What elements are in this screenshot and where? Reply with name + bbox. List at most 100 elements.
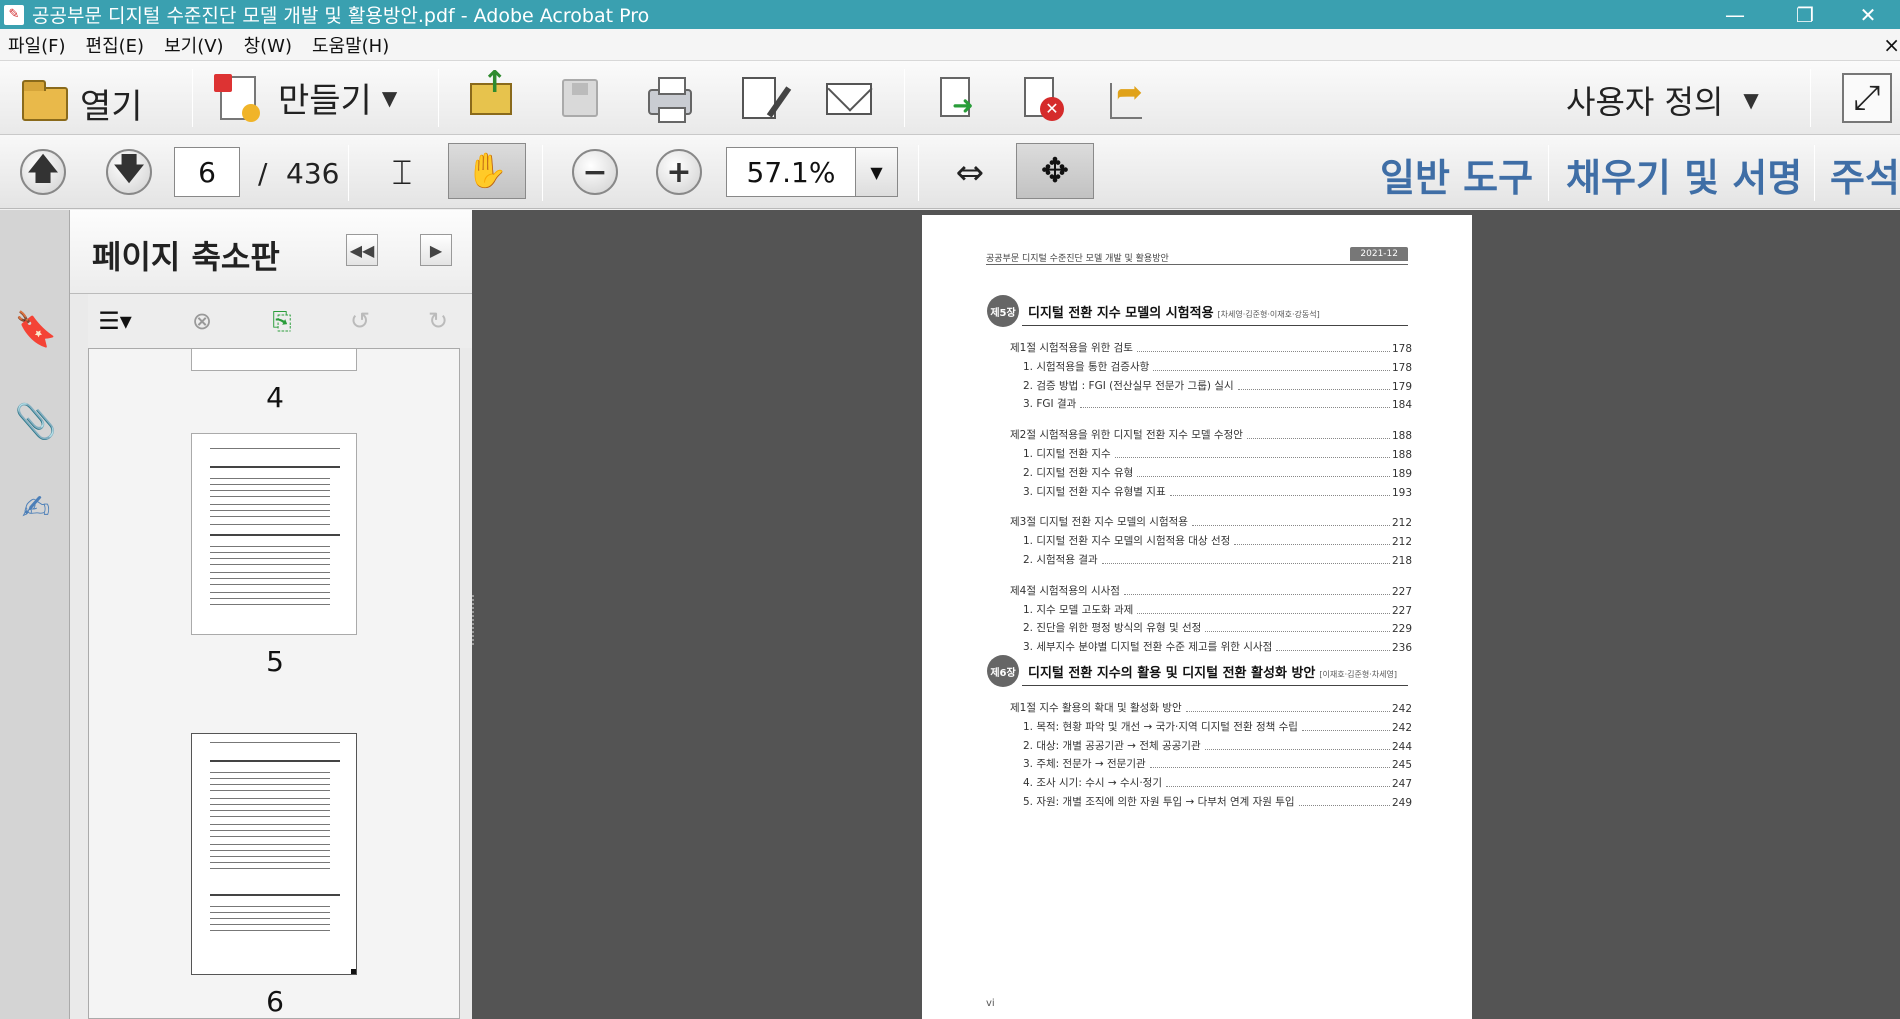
folder-upload-icon	[470, 65, 512, 115]
toc-item-row[interactable]: 1. 목적: 현황 파악 및 개선 → 국가·지역 디지털 전환 정책 수립 24…	[1023, 719, 1412, 734]
toc-item-row[interactable]: 2. 대상: 개별 공공기관 → 전체 공공기관 244	[1023, 738, 1412, 753]
toc-item-row[interactable]: 2. 진단을 위한 평정 방식의 유형 및 선정 229	[1023, 620, 1412, 635]
select-tool-button[interactable]: ⌶	[376, 145, 428, 201]
edit-document-button[interactable]	[742, 77, 776, 119]
minimize-button[interactable]: —	[1700, 0, 1770, 29]
chapter-authors: [이재호·김준형·차세영]	[1319, 670, 1397, 679]
panel-splitter[interactable]	[472, 595, 476, 645]
toc-item-row[interactable]: 3. FGI 결과 184	[1023, 396, 1412, 411]
toc-item-row[interactable]: 3. 디지털 전환 지수 유형별 지표 193	[1023, 484, 1412, 499]
toc-item-row[interactable]: 3. 세부지수 분야별 디지털 전환 수준 제고를 위한 시사점 236	[1023, 639, 1412, 654]
tab-comment[interactable]: 주석	[1830, 147, 1900, 202]
tab-fill-sign[interactable]: 채우기 및 서명	[1566, 147, 1802, 202]
fit-width-button[interactable]: ⇔	[944, 145, 996, 201]
menu-view[interactable]: 보기(V)	[164, 32, 223, 58]
toc-item-row[interactable]: 3. 주체: 전문가 → 전문기관 245	[1023, 756, 1412, 771]
toc-item-row[interactable]: 2. 검증 방법 : FGI (전산실무 전문가 그룹) 실시 179	[1023, 378, 1412, 393]
delete-page-button[interactable]	[1024, 77, 1064, 121]
toc-section-row[interactable]: 제3절 디지털 전환 지수 모델의 시험적용 212	[1010, 514, 1412, 529]
toc-item-row[interactable]: 2. 시험적용 결과 218	[1023, 552, 1412, 567]
chapter-title[interactable]: 디지털 전환 지수 모델의 시험적용 [차세영·김준형·이재호·강동석]	[1028, 302, 1320, 321]
toolbar-separator	[1548, 145, 1549, 201]
email-button[interactable]	[826, 83, 872, 115]
document-view[interactable]: 공공부문 디지털 수준진단 모델 개발 및 활용방안 2021-12 제5장 디지…	[472, 210, 1900, 1019]
thumb-rotate-ccw-button[interactable]: ↺	[344, 304, 376, 338]
toc-section-row[interactable]: 제4절 시험적용의 시사점 227	[1010, 583, 1412, 598]
menu-window[interactable]: 창(W)	[244, 32, 292, 58]
rotate-left-icon: ↺	[349, 307, 371, 335]
toc-leader-dots	[1165, 786, 1390, 788]
toc-section-row[interactable]: 제2절 시험적용을 위한 디지털 전환 지수 모델 수정안 188	[1010, 427, 1412, 442]
signature-icon[interactable]: ✍	[18, 486, 54, 530]
menu-file[interactable]: 파일(F)	[8, 32, 66, 58]
next-page-button[interactable]: 🡇	[106, 149, 152, 195]
panel-options-button[interactable]: ▶	[420, 234, 452, 266]
toc-label: 3. 디지털 전환 지수 유형별 지표	[1023, 485, 1166, 498]
page-delete-icon: ⊗	[191, 307, 213, 335]
thumb-rotate-cw-button[interactable]: ↻	[422, 304, 454, 338]
mail-icon	[826, 83, 872, 115]
toc-label: 2. 대상: 개별 공공기관 → 전체 공공기관	[1023, 739, 1201, 752]
menu-help[interactable]: 도움말(H)	[312, 32, 389, 58]
pdf-page[interactable]: 공공부문 디지털 수준진단 모델 개발 및 활용방안 2021-12 제5장 디지…	[922, 215, 1472, 1019]
navigation-toolbar: 🡅 🡇 6 / 436 ⌶ ✋ − + 57.1% ▼ ⇔ ✥ 일반 도구 채우…	[0, 135, 1900, 209]
close-document-button[interactable]: ×	[1883, 33, 1900, 57]
zoom-level-input[interactable]: 57.1% ▼	[726, 147, 898, 197]
toc-item-row[interactable]: 5. 자원: 개별 조직에 의한 자원 투입 → 다부처 연계 자원 투입 249	[1023, 794, 1412, 809]
tab-tools[interactable]: 일반 도구	[1380, 147, 1533, 202]
bookmark-icon[interactable]: 🔖	[15, 308, 57, 352]
toc-item-row[interactable]: 1. 디지털 전환 지수 모델의 시험적용 대상 선정 212	[1023, 533, 1412, 548]
toc-section-row[interactable]: 제1절 지수 활용의 확대 및 활성화 방안 242	[1010, 700, 1412, 715]
thumbnail-page-4[interactable]	[191, 349, 357, 371]
collapse-panel-button[interactable]: ◀◀	[346, 234, 378, 266]
toc-item-row[interactable]: 1. 지수 모델 고도화 과제 227	[1023, 602, 1412, 617]
previous-page-button[interactable]: 🡅	[20, 149, 66, 195]
zoom-in-button[interactable]: +	[656, 149, 702, 195]
toc-item-row[interactable]: 1. 디지털 전환 지수 188	[1023, 446, 1412, 461]
chapter-title-text: 디지털 전환 지수 모델의 시험적용	[1028, 306, 1214, 321]
menu-edit[interactable]: 편집(E)	[86, 32, 145, 58]
full-screen-button[interactable]: ⤢	[1842, 73, 1892, 123]
toc-page-number: 227	[1391, 585, 1412, 598]
create-button[interactable]: 만들기 ▼	[214, 73, 398, 122]
thumbnail-page-5[interactable]	[191, 433, 357, 635]
acrobat-app-icon[interactable]: ✎	[4, 4, 24, 25]
thumb-insert-button[interactable]: ⎘	[266, 304, 298, 338]
insert-page-button[interactable]	[940, 77, 974, 121]
save-button[interactable]	[562, 79, 598, 117]
print-button[interactable]	[648, 77, 692, 123]
toc-leader-dots	[1276, 650, 1390, 651]
thumbnail-list[interactable]: 4 5 6	[88, 348, 460, 1019]
toc-page-number: 212	[1391, 536, 1412, 549]
toc-item-row[interactable]: 4. 조사 시기: 수시 → 수시·정기 247	[1023, 775, 1412, 790]
close-window-button[interactable]: ✕	[1836, 0, 1900, 29]
thumbnail-page-6[interactable]	[191, 733, 357, 975]
toc-label: 5. 자원: 개별 조직에 의한 자원 투입 → 다부처 연계 자원 투입	[1023, 795, 1295, 808]
toc-item-row[interactable]: 1. 시험적용을 통한 검증사항 178	[1023, 359, 1412, 374]
toc-page-number: 212	[1391, 517, 1412, 530]
chapter-title[interactable]: 디지털 전환 지수의 활용 및 디지털 전환 활성화 방안 [이재호·김준형·차세…	[1028, 662, 1397, 681]
restore-button[interactable]: ❐	[1770, 0, 1840, 29]
hand-tool-button[interactable]: ✋	[448, 143, 526, 199]
chevron-down-icon[interactable]: ▼	[856, 147, 898, 197]
fit-page-button[interactable]: ✥	[1016, 143, 1094, 199]
thumbnail-options-button[interactable]: ☰▾	[90, 304, 140, 338]
toc-item-row[interactable]: 2. 디지털 전환 지수 유형 189	[1023, 465, 1412, 480]
share-button[interactable]	[1110, 73, 1143, 119]
page-number-input[interactable]: 6	[174, 147, 240, 197]
customize-button[interactable]: 사용자 정의 ▼	[1566, 77, 1759, 123]
printer-icon	[648, 77, 692, 123]
toc-label: 1. 디지털 전환 지수	[1023, 448, 1111, 461]
toc-leader-dots	[1137, 475, 1390, 477]
cursor-icon: ⌶	[391, 153, 413, 193]
open-folder-button[interactable]	[470, 65, 512, 115]
open-button[interactable]: 열기	[22, 79, 143, 128]
zoom-out-button[interactable]: −	[572, 149, 618, 195]
toc-page-number: 179	[1391, 380, 1412, 393]
minus-icon: −	[572, 149, 618, 195]
toc-section-row[interactable]: 제1절 시험적용을 위한 검토 178	[1010, 340, 1412, 355]
thumb-delete-button[interactable]: ⊗	[186, 304, 218, 338]
page-insert-icon	[940, 77, 974, 121]
attachment-icon[interactable]: 📎	[15, 400, 57, 444]
chevron-down-icon: ▼	[381, 85, 398, 110]
